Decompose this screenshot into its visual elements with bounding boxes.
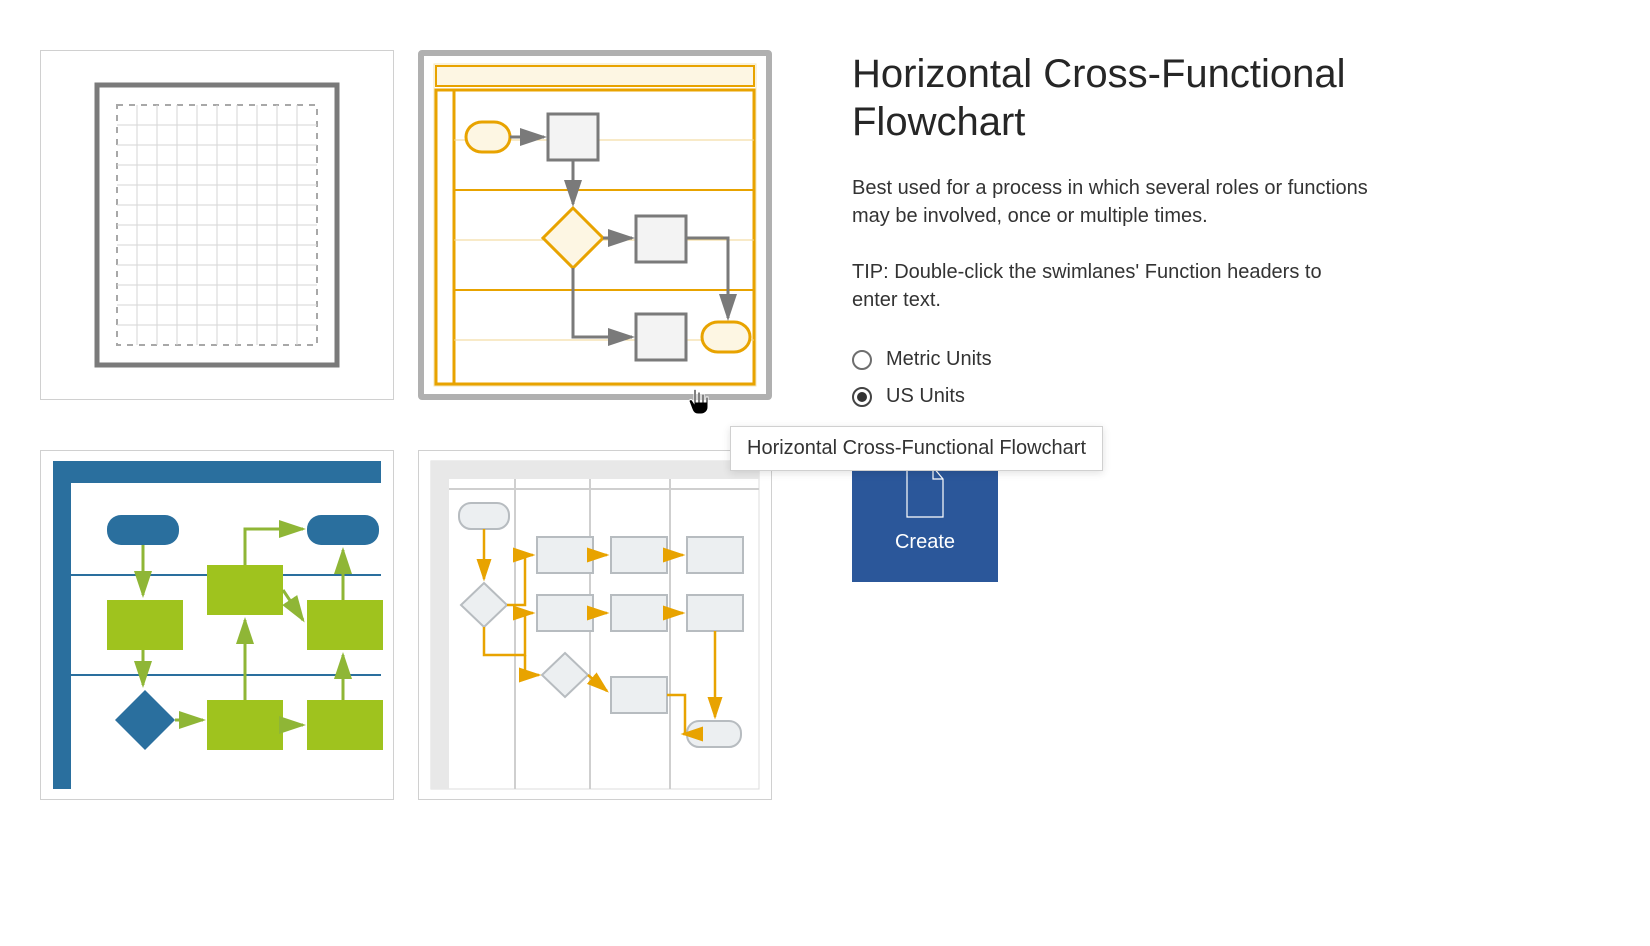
template-title: Horizontal Cross-Functional Flowchart — [852, 50, 1372, 146]
template-info-panel: Horizontal Cross-Functional Flowchart Be… — [812, 50, 1372, 582]
radio-icon — [852, 387, 872, 407]
template-basic-flowchart[interactable] — [418, 450, 772, 800]
horizontal-cf-icon — [430, 60, 760, 390]
units-radio-group: Metric Units US Units — [852, 348, 1372, 408]
create-button[interactable]: Create — [852, 436, 998, 582]
radio-label: US Units — [886, 385, 965, 408]
radio-label: Metric Units — [886, 348, 992, 371]
radio-us-units[interactable]: US Units — [852, 385, 1372, 408]
template-vertical-cross-functional[interactable] — [40, 450, 394, 800]
template-description: Best used for a process in which several… — [852, 174, 1372, 230]
template-tip: TIP: Double-click the swimlanes' Functio… — [852, 258, 1372, 314]
radio-icon — [852, 350, 872, 370]
blank-drawing-icon — [87, 75, 347, 375]
vertical-cf-icon — [47, 455, 387, 795]
template-horizontal-cross-functional[interactable] — [418, 50, 772, 400]
document-icon — [903, 465, 947, 519]
template-blank-drawing[interactable] — [40, 50, 394, 400]
basic-flowchart-icon — [425, 455, 765, 795]
template-grid — [40, 50, 772, 800]
radio-metric-units[interactable]: Metric Units — [852, 348, 1372, 371]
create-label: Create — [895, 531, 955, 554]
